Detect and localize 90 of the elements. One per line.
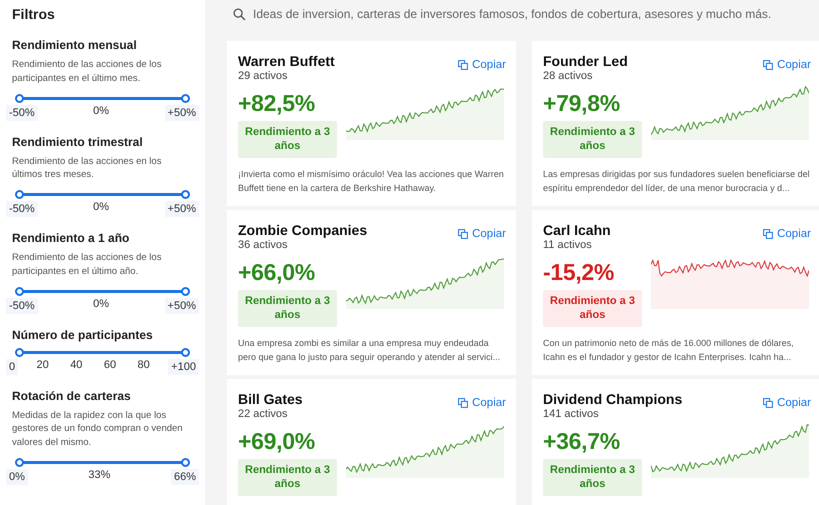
copy-icon xyxy=(763,229,774,239)
copy-link[interactable]: Copiar xyxy=(458,228,506,240)
portfolio-card[interactable]: Founder Led 28 activos Copiar +79,8% Rendimiento a 3 años Las empresas dirigidas por sus fundadores suelen beneficiarse del espíritu emprendedor del líder, de una menor burocracia y d... xyxy=(532,41,819,206)
copy-link[interactable]: Copiar xyxy=(763,228,811,240)
slider-label: +50% xyxy=(164,104,199,121)
slider-label: -50% xyxy=(6,201,38,218)
slider-thumb[interactable] xyxy=(181,94,190,103)
portfolio-name: Dividend Champions xyxy=(543,391,682,407)
slider-label: 0 xyxy=(6,358,18,375)
portfolio-card[interactable]: Bill Gates 22 activos Copiar +69,0% Rendimiento a 3 años xyxy=(227,379,516,505)
slider-thumb[interactable] xyxy=(181,348,190,357)
slider-label: 20 xyxy=(36,358,50,373)
slider-label: -50% xyxy=(6,104,38,121)
filter-description: Rendimiento de las acciones de los participantes en el último mes. xyxy=(12,58,162,86)
range-slider[interactable] xyxy=(15,286,190,296)
copy-icon xyxy=(458,398,468,408)
filter-title: Rendimiento trimestral xyxy=(12,134,144,149)
portfolio-name: Warren Buffett xyxy=(238,53,335,69)
slider-label: +100 xyxy=(168,358,199,375)
slider-thumb[interactable] xyxy=(15,190,24,200)
portfolio-description: ¡Invierta como el mismísimo oráculo! Vea las acciones que Warren Buffett tiene en la cartera de Berkshire Hathaway. xyxy=(238,168,505,195)
filter-description: Medidas de la rapidez con la que los gestores de un fondo compran o venden valores del mismo. xyxy=(12,408,184,450)
portfolio-card[interactable]: Carl Icahn 11 activos Copiar -15,2% Rendimiento a 3 años Con un patrimonio neto de más de 16.000 millones de dólares, Icahn es el fundador y gestor de Icahn Enterprises. Icahn ha... xyxy=(532,210,819,375)
copy-link[interactable]: Copiar xyxy=(458,397,506,409)
filter-title: Rotación de carteras xyxy=(12,388,132,403)
portfolio-card[interactable]: Dividend Champions 141 activos Copiar +36,7% Rendimiento a 3 años xyxy=(532,379,819,505)
range-slider[interactable] xyxy=(15,190,190,200)
slider-label: 40 xyxy=(69,358,84,373)
return-period-label: Rendimiento a 3 años xyxy=(238,290,337,327)
portfolio-card[interactable]: Warren Buffett 29 activos Copiar +82,5% Rendimiento a 3 años ¡Invierta como el mismísimo oráculo! Vea las acciones que Warren Buffett tiene en la cartera de Berkshire Hathaway. xyxy=(227,41,516,206)
slider-thumb[interactable] xyxy=(15,94,24,103)
portfolio-name: Bill Gates xyxy=(238,391,303,407)
return-value: +79,8% xyxy=(543,90,621,117)
portfolio-description: Una empresa zombi es similar a una empresa muy endeudada pero que gana lo justo para seguir operando y atender al servici... xyxy=(238,336,502,364)
sidebar-title: Filtros xyxy=(12,6,56,22)
range-slider[interactable] xyxy=(15,94,190,103)
filter-title: Rendimiento mensual xyxy=(12,38,138,52)
return-period-label: Rendimiento a 3 años xyxy=(543,121,642,158)
return-value: +66,0% xyxy=(238,259,316,286)
slider-label: 0% xyxy=(6,468,28,485)
range-slider[interactable] xyxy=(15,348,190,357)
asset-count: 36 activos xyxy=(238,239,289,251)
filter-title: Número de participantes xyxy=(12,328,154,342)
slider-label: -50% xyxy=(6,298,38,314)
filter-description: Rendimiento de las acciones de los participantes en el último año. xyxy=(12,251,162,279)
slider-label: 33% xyxy=(87,468,112,483)
slider-label: +50% xyxy=(164,298,199,314)
slider-label: 80 xyxy=(136,358,151,373)
copy-link[interactable]: Copiar xyxy=(763,397,811,409)
return-value: +82,5% xyxy=(238,90,316,117)
range-slider[interactable] xyxy=(15,458,190,467)
return-value: -15,2% xyxy=(543,259,616,286)
slider-label: +50% xyxy=(164,201,199,218)
return-value: +69,0% xyxy=(238,428,316,455)
slider-label: 0% xyxy=(92,296,110,312)
slider-thumb[interactable] xyxy=(15,286,24,296)
portfolio-card[interactable]: Zombie Companies 36 activos Copiar +66,0% Rendimiento a 3 años Una empresa zombi es similar a una empresa muy endeudada pero que gana lo justo para seguir operando y atender al servici... xyxy=(227,210,516,375)
slider-thumb[interactable] xyxy=(181,286,190,296)
return-period-label: Rendimiento a 3 años xyxy=(238,121,337,158)
return-value: +36,7% xyxy=(543,428,621,455)
slider-thumb[interactable] xyxy=(181,458,190,467)
portfolio-name: Zombie Companies xyxy=(238,222,368,238)
copy-icon xyxy=(763,60,774,70)
slider-label: 66% xyxy=(170,468,199,485)
portfolio-description: Con un patrimonio neto de más de 16.000 millones de dólares, Icahn es el fundador y gestor de Icahn Enterprises. Icahn ha... xyxy=(543,336,795,364)
slider-label: 60 xyxy=(102,358,118,373)
slider-label: 0% xyxy=(92,104,110,119)
asset-count: 29 activos xyxy=(238,70,289,82)
portfolio-name: Founder Led xyxy=(543,53,628,69)
asset-count: 22 activos xyxy=(238,408,289,420)
slider-thumb[interactable] xyxy=(181,190,190,200)
asset-count: 11 activos xyxy=(543,239,593,251)
asset-count: 28 activos xyxy=(543,70,594,82)
portfolio-name: Carl Icahn xyxy=(543,222,611,238)
filter-description: Rendimiento de las acciones en los últimos tres meses. xyxy=(12,154,162,182)
slider-thumb[interactable] xyxy=(15,458,24,467)
slider-thumb[interactable] xyxy=(15,348,24,357)
copy-icon xyxy=(458,229,468,239)
return-period-label: Rendimiento a 3 años xyxy=(543,459,642,496)
return-period-label: Rendimiento a 3 años xyxy=(543,290,642,327)
copy-link[interactable]: Copiar xyxy=(458,59,506,71)
return-period-label: Rendimiento a 3 años xyxy=(238,459,337,496)
portfolio-description: Las empresas dirigidas por sus fundadores suelen beneficiarse del espíritu emprendedor del líder, de una menor burocracia y d... xyxy=(543,168,811,195)
search-icon xyxy=(233,8,246,20)
copy-icon xyxy=(763,398,774,408)
filter-title: Rendimiento a 1 año xyxy=(12,231,130,246)
slider-label: 0% xyxy=(92,200,110,216)
asset-count: 141 activos xyxy=(543,408,600,420)
copy-link[interactable]: Copiar xyxy=(763,59,811,71)
copy-icon xyxy=(458,60,468,70)
